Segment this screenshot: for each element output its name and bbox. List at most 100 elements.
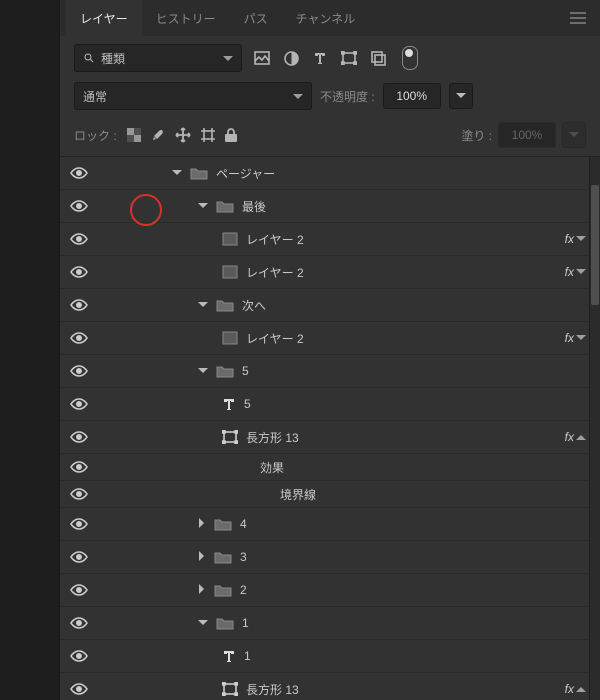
layer-name: ページャー bbox=[216, 165, 275, 182]
tab-layers[interactable]: レイヤー bbox=[66, 0, 142, 36]
layer-name: 長方形 13 bbox=[246, 429, 299, 446]
shape-thumb-icon bbox=[222, 682, 238, 696]
opacity-caret[interactable] bbox=[449, 83, 473, 109]
expand-chevron-down-icon[interactable] bbox=[198, 616, 208, 630]
fill-label: 塗り : bbox=[461, 127, 492, 144]
layer-name: 1 bbox=[242, 616, 249, 630]
layer-row[interactable]: 長方形 13 fx bbox=[60, 421, 600, 454]
fill-caret[interactable] bbox=[562, 122, 586, 148]
visibility-toggle[interactable] bbox=[64, 266, 94, 278]
layer-filter-bar: 種類 bbox=[60, 36, 600, 78]
filter-toggle[interactable] bbox=[402, 46, 418, 70]
layer-row[interactable]: 1 bbox=[60, 607, 600, 640]
visibility-toggle[interactable] bbox=[64, 518, 94, 530]
effects-badge: fx bbox=[565, 682, 574, 696]
layer-name: 2 bbox=[240, 583, 247, 597]
opacity-input[interactable]: 100% bbox=[383, 83, 441, 109]
visibility-toggle[interactable] bbox=[64, 461, 94, 473]
filter-pixel-icon[interactable] bbox=[254, 51, 270, 65]
layer-row[interactable]: レイヤー 2fx bbox=[60, 223, 600, 256]
lock-move-icon[interactable] bbox=[175, 127, 191, 143]
layer-row[interactable]: レイヤー 2fx bbox=[60, 256, 600, 289]
layer-row[interactable]: 4 bbox=[60, 508, 600, 541]
layer-name: 長方形 13 bbox=[246, 681, 299, 698]
fill-input[interactable]: 100% bbox=[498, 122, 556, 148]
opacity-label: 不透明度 : bbox=[320, 88, 375, 105]
effects-chevron-down-icon[interactable] bbox=[576, 331, 586, 345]
expand-chevron-down-icon[interactable] bbox=[172, 166, 182, 180]
lock-all-icon[interactable] bbox=[225, 128, 237, 142]
chevron-down-icon bbox=[293, 89, 303, 103]
visibility-toggle[interactable] bbox=[64, 299, 94, 311]
layer-row[interactable]: 3 bbox=[60, 541, 600, 574]
visibility-toggle[interactable] bbox=[64, 488, 94, 500]
layer-row[interactable]: 長方形 13 fx bbox=[60, 673, 600, 700]
layer-row[interactable]: 2 bbox=[60, 574, 600, 607]
panel-menu-icon[interactable] bbox=[570, 12, 586, 24]
chevron-down-icon bbox=[223, 51, 233, 65]
visibility-toggle[interactable] bbox=[64, 200, 94, 212]
layer-row[interactable]: 境界線 bbox=[60, 481, 600, 508]
tab-history[interactable]: ヒストリー bbox=[142, 0, 230, 36]
layer-row[interactable]: 次へ bbox=[60, 289, 600, 322]
expand-chevron-right-icon[interactable] bbox=[198, 550, 206, 564]
visibility-toggle[interactable] bbox=[64, 551, 94, 563]
scrollbar-track[interactable] bbox=[589, 157, 600, 700]
filter-adjust-icon[interactable] bbox=[284, 51, 299, 66]
layer-name: 効果 bbox=[260, 459, 284, 476]
filter-shape-icon[interactable] bbox=[341, 51, 357, 65]
visibility-toggle[interactable] bbox=[64, 332, 94, 344]
visibility-toggle[interactable] bbox=[64, 617, 94, 629]
layer-row[interactable]: レイヤー 2fx bbox=[60, 322, 600, 355]
folder-icon bbox=[216, 364, 234, 378]
layer-row[interactable]: 最後 bbox=[60, 190, 600, 223]
folder-icon bbox=[216, 199, 234, 213]
visibility-toggle[interactable] bbox=[64, 683, 94, 695]
tab-channels[interactable]: チャンネル bbox=[282, 0, 370, 36]
layer-name: 次へ bbox=[242, 297, 266, 314]
blend-row: 通常 不透明度 : 100% bbox=[60, 78, 600, 116]
visibility-toggle[interactable] bbox=[64, 167, 94, 179]
effects-chevron-up-icon[interactable] bbox=[576, 682, 586, 696]
layer-row[interactable]: 5 bbox=[60, 388, 600, 421]
visibility-toggle[interactable] bbox=[64, 365, 94, 377]
folder-icon bbox=[214, 517, 232, 531]
scrollbar-thumb[interactable] bbox=[591, 185, 599, 305]
expand-chevron-down-icon[interactable] bbox=[198, 199, 208, 213]
layer-name: 5 bbox=[244, 397, 251, 411]
effects-chevron-down-icon[interactable] bbox=[576, 232, 586, 246]
expand-chevron-right-icon[interactable] bbox=[198, 583, 206, 597]
layer-name: レイヤー 2 bbox=[246, 231, 304, 248]
filter-type-icon[interactable] bbox=[313, 51, 327, 65]
folder-icon bbox=[216, 298, 234, 312]
layer-row[interactable]: 5 bbox=[60, 355, 600, 388]
layer-row[interactable]: ページャー bbox=[60, 157, 600, 190]
expand-chevron-down-icon[interactable] bbox=[198, 298, 208, 312]
folder-icon bbox=[216, 616, 234, 630]
effects-badge: fx bbox=[565, 430, 574, 444]
lock-transparency-icon[interactable] bbox=[127, 128, 141, 142]
blend-mode-dropdown[interactable]: 通常 bbox=[74, 82, 312, 110]
effects-chevron-down-icon[interactable] bbox=[576, 265, 586, 279]
visibility-toggle[interactable] bbox=[64, 233, 94, 245]
visibility-toggle[interactable] bbox=[64, 431, 94, 443]
layer-row[interactable]: 1 bbox=[60, 640, 600, 673]
visibility-toggle[interactable] bbox=[64, 650, 94, 662]
lock-paint-icon[interactable] bbox=[151, 128, 165, 142]
layer-row[interactable]: 効果 bbox=[60, 454, 600, 481]
layer-name: レイヤー 2 bbox=[246, 264, 304, 281]
expand-chevron-down-icon[interactable] bbox=[198, 364, 208, 378]
blend-mode-value: 通常 bbox=[83, 88, 107, 105]
type-thumb-icon bbox=[222, 649, 236, 663]
effects-chevron-up-icon[interactable] bbox=[576, 430, 586, 444]
filter-smart-icon[interactable] bbox=[371, 51, 386, 66]
visibility-toggle[interactable] bbox=[64, 584, 94, 596]
tab-paths[interactable]: パス bbox=[230, 0, 282, 36]
expand-chevron-right-icon[interactable] bbox=[198, 517, 206, 531]
lock-label: ロック : bbox=[74, 127, 117, 144]
filter-kind-dropdown[interactable]: 種類 bbox=[74, 44, 242, 72]
smart-thumb-icon bbox=[222, 265, 238, 279]
visibility-toggle[interactable] bbox=[64, 398, 94, 410]
panel-tabstrip: レイヤー ヒストリー パス チャンネル bbox=[60, 0, 600, 36]
lock-artboard-icon[interactable] bbox=[201, 128, 215, 142]
